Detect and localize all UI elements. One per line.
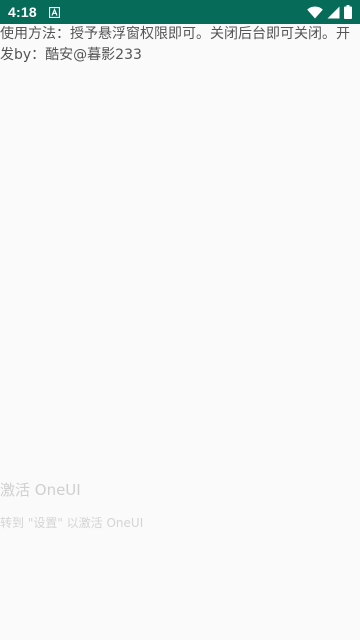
main-content: 使用方法：授予悬浮窗权限即可。关闭后台即可关闭。开发by：酷安@暮影233 激活…	[0, 24, 360, 640]
status-icons	[307, 5, 352, 19]
status-time: 4:18	[8, 4, 37, 20]
battery-icon	[344, 5, 352, 19]
wifi-icon	[307, 5, 323, 19]
cell-signal-icon	[327, 6, 340, 19]
app-notification-icon	[49, 6, 61, 18]
activation-watermark-subtitle: 转到 "设置" 以激活 OneUI	[0, 516, 144, 530]
status-bar: 4:18	[0, 0, 360, 24]
usage-instructions: 使用方法：授予悬浮窗权限即可。关闭后台即可关闭。开发by：酷安@暮影233	[0, 26, 350, 63]
activation-watermark-title: 激活 OneUI	[0, 481, 81, 499]
